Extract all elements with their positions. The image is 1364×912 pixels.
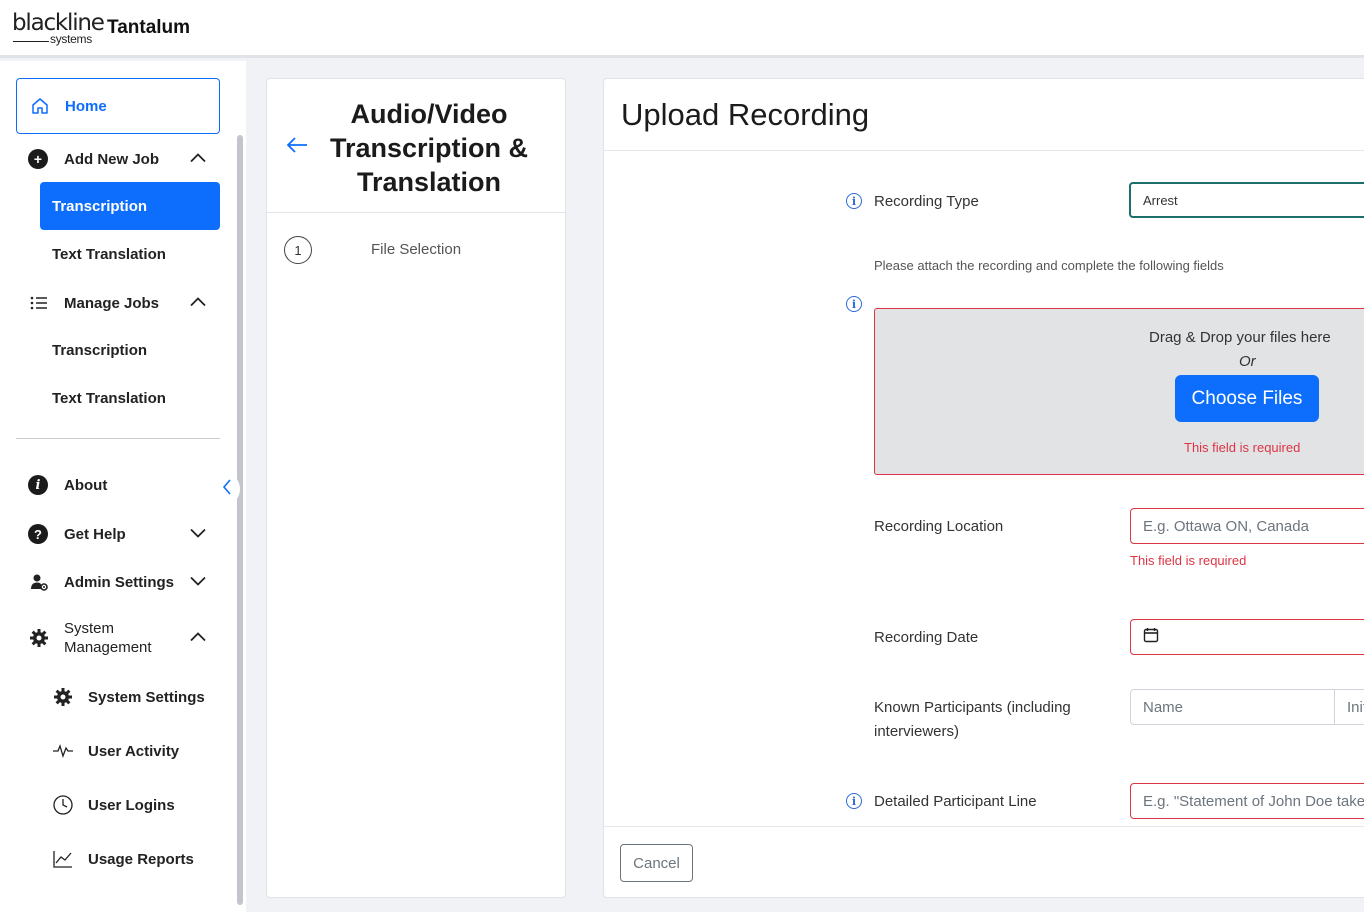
sidebar-item-user-logins[interactable]: User Logins (52, 793, 220, 817)
page-title: Upload Recording (621, 97, 870, 132)
gear-icon (52, 686, 74, 708)
recording-date-input[interactable] (1130, 619, 1364, 655)
sidebar-item-new-text-translation[interactable]: Text Translation (52, 243, 166, 265)
calendar-icon[interactable] (1143, 627, 1159, 647)
step-number-badge: 1 (284, 236, 312, 264)
sidebar-item-manage-text-translation[interactable]: Text Translation (52, 387, 166, 409)
info-icon[interactable]: i (846, 296, 862, 312)
clock-icon (52, 794, 74, 816)
recording-location-input[interactable]: E.g. Ottawa ON, Canada (1130, 508, 1364, 544)
chevron-left-icon (221, 478, 233, 501)
upload-recording-panel: Upload Recording i Recording Type Arrest… (603, 78, 1364, 898)
recording-type-select[interactable]: Arrest (1129, 182, 1364, 218)
chart-line-icon (52, 848, 74, 870)
logo-subtitle: systems (50, 32, 92, 46)
info-icon[interactable]: i (846, 793, 862, 809)
participant-name-input[interactable]: Name (1130, 689, 1335, 725)
gear-icon (28, 627, 50, 649)
steps-header: Audio/Video Transcription & Translation (267, 79, 565, 213)
sidebar-item-manage-transcription[interactable]: Transcription (52, 339, 147, 361)
info-icon: i (28, 475, 48, 495)
dropzone-or: Or (1239, 353, 1256, 370)
home-icon (29, 95, 51, 117)
blackline-logo: blackline systems (12, 10, 105, 46)
plus-circle-icon: + (28, 149, 48, 169)
sidebar-scrollbar[interactable] (237, 135, 243, 905)
recording-date-label: Recording Date (874, 629, 979, 646)
info-icon[interactable]: i (846, 193, 862, 209)
chevron-down-icon[interactable] (189, 526, 207, 543)
location-required-error: This field is required (1130, 553, 1247, 568)
sidebar-item-user-activity[interactable]: User Activity (52, 739, 220, 763)
user-gear-icon (28, 571, 50, 593)
attach-hint: Please attach the recording and complete… (874, 258, 1224, 273)
dropzone-text: Drag & Drop your files here (1149, 329, 1331, 346)
chevron-up-icon[interactable] (189, 630, 207, 647)
recording-location-label: Recording Location (874, 518, 1004, 535)
recording-type-label: Recording Type (874, 193, 979, 210)
chevron-up-icon[interactable] (189, 295, 207, 312)
sidebar-item-usage-reports[interactable]: Usage Reports (52, 847, 220, 871)
activity-icon (52, 740, 74, 762)
product-name: Tantalum (107, 17, 191, 38)
cancel-button[interactable]: Cancel (620, 844, 693, 882)
sidebar-item-manage-jobs[interactable]: Manage Jobs (28, 291, 220, 315)
steps-panel: Audio/Video Transcription & Translation … (266, 78, 566, 898)
sidebar-item-system-management[interactable]: System Management (28, 618, 220, 658)
top-bar: blackline systems Tantalum (0, 0, 1364, 58)
known-participants-label: Known Participants (including interviewe… (874, 699, 1071, 740)
sidebar-item-about[interactable]: i About (28, 473, 220, 497)
chevron-up-icon[interactable] (189, 151, 207, 168)
steps-title: Audio/Video Transcription & Translation (329, 99, 529, 197)
sidebar-item-system-settings[interactable]: System Settings (52, 685, 220, 709)
participant-initials-input[interactable]: Initials (1334, 689, 1364, 725)
choose-files-button[interactable]: Choose Files (1175, 375, 1319, 422)
arrow-left-icon[interactable] (285, 135, 309, 160)
sidebar-item-admin-settings[interactable]: Admin Settings (28, 570, 220, 594)
chevron-down-icon[interactable] (189, 574, 207, 591)
step-file-selection[interactable]: File Selection (371, 241, 461, 258)
detailed-participant-line-input[interactable]: E.g. "Statement of John Doe taken by ...… (1130, 783, 1364, 819)
file-required-error: This field is required (1184, 440, 1301, 455)
list-icon (28, 292, 50, 314)
sidebar-item-get-help[interactable]: ? Get Help (28, 522, 220, 546)
question-icon: ? (28, 524, 48, 544)
sidebar-item-add-new-job[interactable]: + Add New Job (28, 147, 220, 171)
file-dropzone[interactable]: Drag & Drop your files here Or Choose Fi… (874, 308, 1364, 475)
detailed-participant-line-label: Detailed Participant Line (874, 793, 1037, 810)
sidebar-item-new-transcription[interactable]: Transcription (40, 182, 220, 230)
sidebar-divider (16, 438, 220, 439)
sidebar-item-home[interactable]: Home (16, 78, 220, 134)
